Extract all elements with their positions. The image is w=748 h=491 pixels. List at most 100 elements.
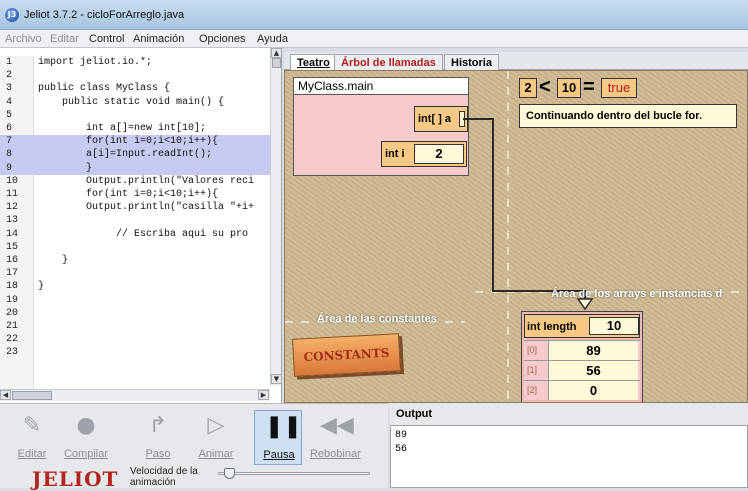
line-number: 14 — [6, 228, 19, 240]
compile-button[interactable]: ● Compilar — [62, 410, 110, 465]
code-line[interactable]: 14 // Escriba aqui su pro — [0, 228, 270, 241]
array-length-label: int length — [527, 321, 577, 333]
code-line[interactable]: 20 — [0, 307, 270, 320]
menu-ayuda[interactable]: Ayuda — [257, 33, 288, 45]
compile-button-label: Compilar — [63, 448, 108, 460]
animation-speed-slider[interactable] — [218, 468, 370, 479]
constants-button[interactable]: CONSTANTS — [292, 333, 401, 377]
tab-historia[interactable]: Historia — [444, 54, 499, 70]
array-length-value: 10 — [589, 317, 639, 335]
step-button[interactable]: ↱ Paso — [134, 410, 182, 465]
code-line[interactable]: 6 int a[]=new int[10]; — [0, 122, 270, 135]
code-line[interactable]: 5 — [0, 109, 270, 122]
editor-scroll-thumb[interactable] — [272, 58, 281, 68]
code-text: for(int i=0;i<10;i++){ — [38, 189, 219, 200]
code-line[interactable]: 23 — [0, 346, 270, 359]
line-number: 3 — [6, 83, 13, 95]
slider-track — [218, 472, 370, 475]
rewind-button-label: Rebobinar — [310, 448, 361, 460]
code-line[interactable]: 1 import jeliot.io.*; — [0, 56, 270, 69]
editor-vertical-scrollbar[interactable]: ▲ ▼ — [270, 48, 282, 386]
arrays-area-label: Área de los arrays e instancias d — [551, 288, 723, 300]
array-cell-value: 89 — [548, 341, 638, 360]
menu-animacion[interactable]: Animación — [133, 33, 184, 45]
array-cell-index: [1] — [527, 365, 538, 375]
line-number: 22 — [6, 334, 19, 346]
menu-editar[interactable]: Editar — [50, 33, 79, 45]
code-line[interactable]: 11 for(int i=0;i<10;i++){ — [0, 188, 270, 201]
code-line[interactable]: 13 — [0, 214, 270, 227]
code-line[interactable]: 15 — [0, 241, 270, 254]
line-number: 15 — [6, 241, 19, 253]
output-console[interactable]: 89 56 — [390, 425, 748, 488]
code-line[interactable]: 10 Output.println("Valores reci — [0, 175, 270, 188]
code-line[interactable]: 22 — [0, 333, 270, 346]
slider-knob[interactable] — [224, 468, 235, 479]
window-title: Jeliot 3.7.2 - cicloForArreglo.java — [24, 9, 185, 21]
jeliot-icon[interactable]: J3 — [5, 8, 19, 22]
code-line[interactable]: 12 Output.println("casilla "+i+ — [0, 201, 270, 214]
line-number: 17 — [6, 268, 19, 280]
array-instance: int length 10 [0] 89 [1] 56 [2] 0 — [521, 311, 643, 402]
line-number: 5 — [6, 109, 13, 121]
scroll-up-icon[interactable]: ▲ — [271, 48, 282, 58]
scroll-left-icon[interactable]: ◀ — [0, 390, 11, 400]
scroll-right-icon[interactable]: ▶ — [258, 390, 269, 400]
code-editor[interactable]: 1 import jeliot.io.*; 2 3 public class MyCla… — [0, 48, 282, 403]
code-line[interactable]: 7 for(int i=0;i<10;i++){ — [0, 135, 270, 149]
step-icon: ↱ — [148, 413, 168, 438]
line-number: 13 — [6, 215, 19, 227]
pause-icon: ❚❚ — [265, 414, 302, 439]
pause-button[interactable]: ❚❚ Pausa — [254, 410, 302, 465]
code-line[interactable]: 8 a[i]=Input.readInt(); — [0, 148, 270, 162]
code-text: a[i]=Input.readInt(); — [38, 149, 213, 161]
tab-arbol-llamadas[interactable]: Árbol de llamadas — [334, 54, 443, 70]
equals-operator: = — [583, 76, 595, 98]
animate-button[interactable]: ▷ Animar — [192, 410, 240, 465]
menu-opciones[interactable]: Opciones — [199, 33, 245, 45]
output-line: 56 — [395, 444, 408, 455]
array-cell: [0] 89 — [524, 340, 640, 360]
menu-control[interactable]: Control — [89, 33, 124, 45]
code-line[interactable]: 21 — [0, 320, 270, 333]
edit-button[interactable]: ✎ Editar — [8, 410, 56, 465]
code-line[interactable]: 17 — [0, 267, 270, 280]
scroll-down-icon[interactable]: ▼ — [271, 374, 282, 384]
animate-button-label: Animar — [198, 448, 234, 460]
line-number: 7 — [6, 136, 13, 148]
code-line[interactable]: 2 — [0, 69, 270, 82]
line-number: 12 — [6, 202, 19, 214]
code-line[interactable]: 9 } — [0, 161, 270, 175]
code-line[interactable]: 16 } — [0, 254, 270, 267]
code-line[interactable]: 4 public static void main() { — [0, 96, 270, 109]
array-cell-value: 0 — [548, 381, 638, 400]
line-number: 1 — [6, 57, 13, 68]
line-number: 21 — [6, 321, 19, 332]
editor-hscroll-thumb[interactable] — [12, 391, 52, 400]
editor-horizontal-scrollbar[interactable]: ◀ ▶ — [0, 389, 270, 401]
code-text: Output.println("casilla "+i+ — [38, 202, 255, 214]
expression-left-operand: 2 — [519, 78, 537, 98]
expression-result: true — [601, 78, 637, 98]
status-message: Continuando dentro del bucle for. — [519, 104, 737, 128]
rewind-button[interactable]: ◀◀ Rebobinar — [310, 410, 361, 465]
code-line[interactable]: 3 public class MyClass { — [0, 82, 270, 95]
pause-button-label: Pausa — [263, 449, 295, 461]
tab-teatro[interactable]: Teatro — [290, 54, 337, 70]
line-number: 16 — [6, 255, 19, 266]
constants-area-label: Área de las constantes — [317, 313, 437, 325]
code-text: public static void main() { — [38, 96, 225, 108]
rewind-icon: ◀◀ — [320, 413, 354, 438]
jeliot-logo: JELIOT — [32, 467, 119, 491]
output-title: Output — [396, 408, 433, 420]
code-text: int a[]=new int[10]; — [38, 123, 207, 134]
compile-icon: ● — [76, 413, 96, 438]
code-line[interactable]: 19 — [0, 294, 270, 307]
array-cell-index: [0] — [527, 345, 538, 355]
code-text: for(int i=0;i<10;i++){ — [38, 136, 219, 148]
menu-archivo[interactable]: Archivo — [5, 33, 42, 45]
edit-icon: ✎ — [22, 413, 42, 438]
code-line[interactable]: 18} — [0, 280, 270, 293]
line-number: 8 — [6, 149, 13, 161]
expression-right-operand: 10 — [557, 78, 581, 98]
